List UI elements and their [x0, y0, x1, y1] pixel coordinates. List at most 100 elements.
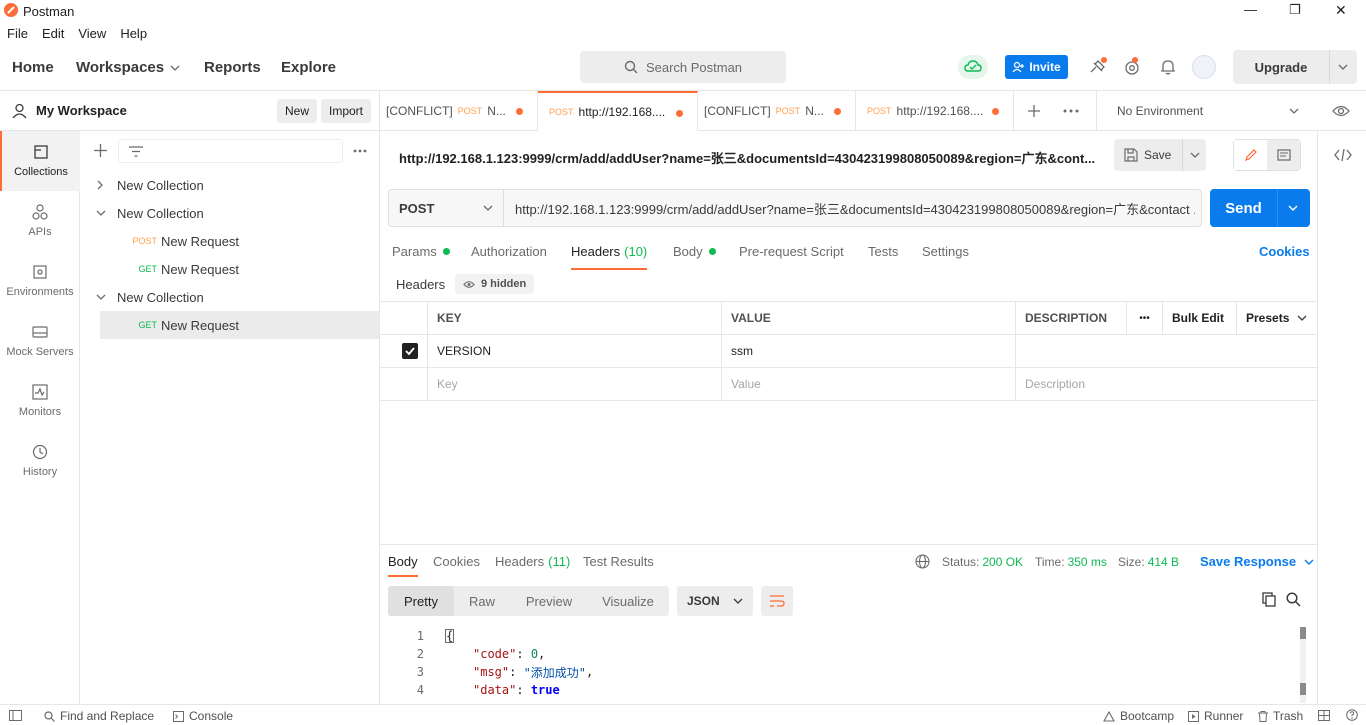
nav-workspaces[interactable]: Workspaces — [76, 59, 180, 76]
add-tab-icon[interactable] — [1027, 104, 1041, 118]
sidebar-item-environments[interactable]: Environments — [0, 251, 80, 311]
close-button[interactable]: ✕ — [1335, 2, 1347, 19]
row-checkbox[interactable] — [380, 334, 428, 368]
nav-home[interactable]: Home — [12, 59, 54, 76]
response-tab-cookies[interactable]: Cookies — [433, 554, 480, 569]
menu-file[interactable]: File — [7, 26, 28, 41]
view-visualize[interactable]: Visualize — [588, 594, 668, 609]
search-input[interactable]: Search Postman — [580, 51, 786, 83]
key-placeholder[interactable]: Key — [427, 367, 722, 401]
response-body[interactable]: 1{ 2 "code": 0, 3 "msg": "添加成功", 4 "data": … — [380, 627, 1300, 699]
tab-headers[interactable]: Headers (10) — [571, 244, 648, 270]
more-tabs-icon[interactable] — [1063, 109, 1079, 113]
help-icon[interactable] — [1346, 709, 1358, 721]
upgrade-button[interactable]: Upgrade — [1233, 50, 1357, 84]
console-button[interactable]: Console — [173, 709, 233, 723]
nav-reports[interactable]: Reports — [204, 59, 261, 76]
format-select[interactable]: JSON — [677, 586, 753, 616]
satellite-icon[interactable] — [1088, 57, 1108, 77]
tab-params[interactable]: Params — [392, 244, 450, 259]
request-tab[interactable]: POST http://192.168.... — [856, 91, 1014, 131]
code-snippet-icon[interactable] — [1334, 148, 1352, 162]
copy-icon[interactable] — [1262, 592, 1277, 607]
column-options-button[interactable]: ••• — [1126, 301, 1163, 335]
menu-help[interactable]: Help — [120, 26, 147, 41]
cookies-link[interactable]: Cookies — [1259, 244, 1310, 259]
request-item[interactable]: GET New Request — [80, 255, 379, 283]
bulk-edit-button[interactable]: Bulk Edit — [1162, 301, 1237, 335]
url-input[interactable]: http://192.168.1.123:9999/crm/add/addUse… — [515, 199, 1195, 218]
avatar[interactable] — [1192, 55, 1216, 79]
response-tab-body[interactable]: Body — [388, 554, 418, 577]
environment-select[interactable]: No Environment — [1096, 91, 1311, 131]
invite-button[interactable]: Invite — [1005, 55, 1068, 79]
add-collection-icon[interactable] — [94, 144, 107, 157]
save-button[interactable]: Save — [1114, 139, 1206, 171]
request-tab[interactable]: [CONFLICT] POST N... — [380, 91, 538, 131]
header-value-cell[interactable]: ssm — [721, 334, 1016, 368]
menu-edit[interactable]: Edit — [42, 26, 64, 41]
sidebar-item-apis[interactable]: APIs — [0, 191, 80, 251]
tab-settings[interactable]: Settings — [922, 244, 969, 259]
presets-dropdown[interactable]: Presets — [1236, 301, 1317, 335]
new-button[interactable]: New — [277, 99, 318, 123]
status-info[interactable]: Status: 200 OK — [942, 555, 1023, 569]
time-info[interactable]: Time: 350 ms — [1035, 555, 1107, 569]
settings-gear-icon[interactable] — [1123, 57, 1143, 77]
request-tab-active[interactable]: POST http://192.168.... — [538, 91, 698, 131]
method-select[interactable]: POST — [389, 190, 504, 226]
collection-item[interactable]: New Collection — [80, 283, 379, 311]
search-icon[interactable] — [1286, 592, 1301, 607]
wrap-lines-button[interactable] — [761, 586, 793, 616]
view-raw[interactable]: Raw — [454, 594, 510, 609]
save-response-button[interactable]: Save Response — [1200, 554, 1314, 569]
chevron-down-icon[interactable] — [1338, 64, 1348, 70]
eye-icon[interactable] — [1332, 104, 1350, 118]
description-placeholder[interactable]: Description — [1015, 367, 1317, 401]
header-description-cell[interactable] — [1015, 334, 1317, 368]
scrollbar[interactable] — [1300, 627, 1306, 703]
view-pretty[interactable]: Pretty — [388, 586, 454, 616]
value-placeholder[interactable]: Value — [721, 367, 1016, 401]
import-button[interactable]: Import — [321, 99, 372, 123]
documentation-button[interactable] — [1267, 140, 1300, 170]
minimize-button[interactable]: — — [1244, 2, 1257, 17]
find-replace-button[interactable]: Find and Replace — [44, 709, 154, 723]
filter-input[interactable] — [118, 139, 343, 163]
sidebar-item-monitors[interactable]: Monitors — [0, 371, 80, 431]
more-options-icon[interactable] — [353, 149, 367, 153]
notification-bell-icon[interactable] — [1159, 58, 1177, 76]
sidebar-item-history[interactable]: History — [0, 431, 80, 491]
tab-authorization[interactable]: Authorization — [471, 244, 547, 259]
response-tab-headers[interactable]: Headers (11) — [495, 554, 570, 569]
collection-item[interactable]: New Collection — [80, 171, 379, 199]
edit-mode-button[interactable] — [1234, 140, 1267, 170]
workspace-name[interactable]: My Workspace — [36, 103, 127, 118]
nav-explore[interactable]: Explore — [281, 59, 336, 76]
size-info[interactable]: Size: 414 B — [1118, 555, 1179, 569]
tab-body[interactable]: Body — [673, 244, 716, 259]
collection-item[interactable]: New Collection — [80, 199, 379, 227]
send-button[interactable]: Send — [1210, 189, 1310, 227]
tab-tests[interactable]: Tests — [868, 244, 898, 259]
runner-button[interactable]: Runner — [1188, 709, 1243, 723]
trash-button[interactable]: Trash — [1258, 709, 1303, 723]
tab-prerequest-script[interactable]: Pre-request Script — [739, 244, 844, 259]
maximize-button[interactable]: ❐ — [1289, 2, 1301, 18]
request-tab[interactable]: [CONFLICT] POST N... — [698, 91, 856, 131]
request-item[interactable]: POST New Request — [80, 227, 379, 255]
layout-icon[interactable] — [1318, 710, 1330, 721]
sidebar-item-collections[interactable]: Collections — [0, 131, 80, 191]
hidden-headers-toggle[interactable]: 9 hidden — [455, 274, 535, 294]
request-title[interactable]: http://192.168.1.123:9999/crm/add/addUse… — [399, 148, 1095, 167]
request-item-selected[interactable]: GET New Request — [100, 311, 379, 339]
view-preview[interactable]: Preview — [510, 594, 588, 609]
sidebar-item-mock-servers[interactable]: Mock Servers — [0, 311, 80, 371]
sync-status-icon[interactable] — [958, 55, 988, 79]
header-key-cell[interactable]: VERSION — [427, 334, 722, 368]
bootcamp-button[interactable]: Bootcamp — [1103, 709, 1174, 723]
menu-view[interactable]: View — [78, 26, 106, 41]
toggle-sidebar-icon[interactable] — [9, 710, 22, 721]
response-tab-test-results[interactable]: Test Results — [583, 554, 654, 569]
globe-icon[interactable] — [915, 554, 930, 569]
